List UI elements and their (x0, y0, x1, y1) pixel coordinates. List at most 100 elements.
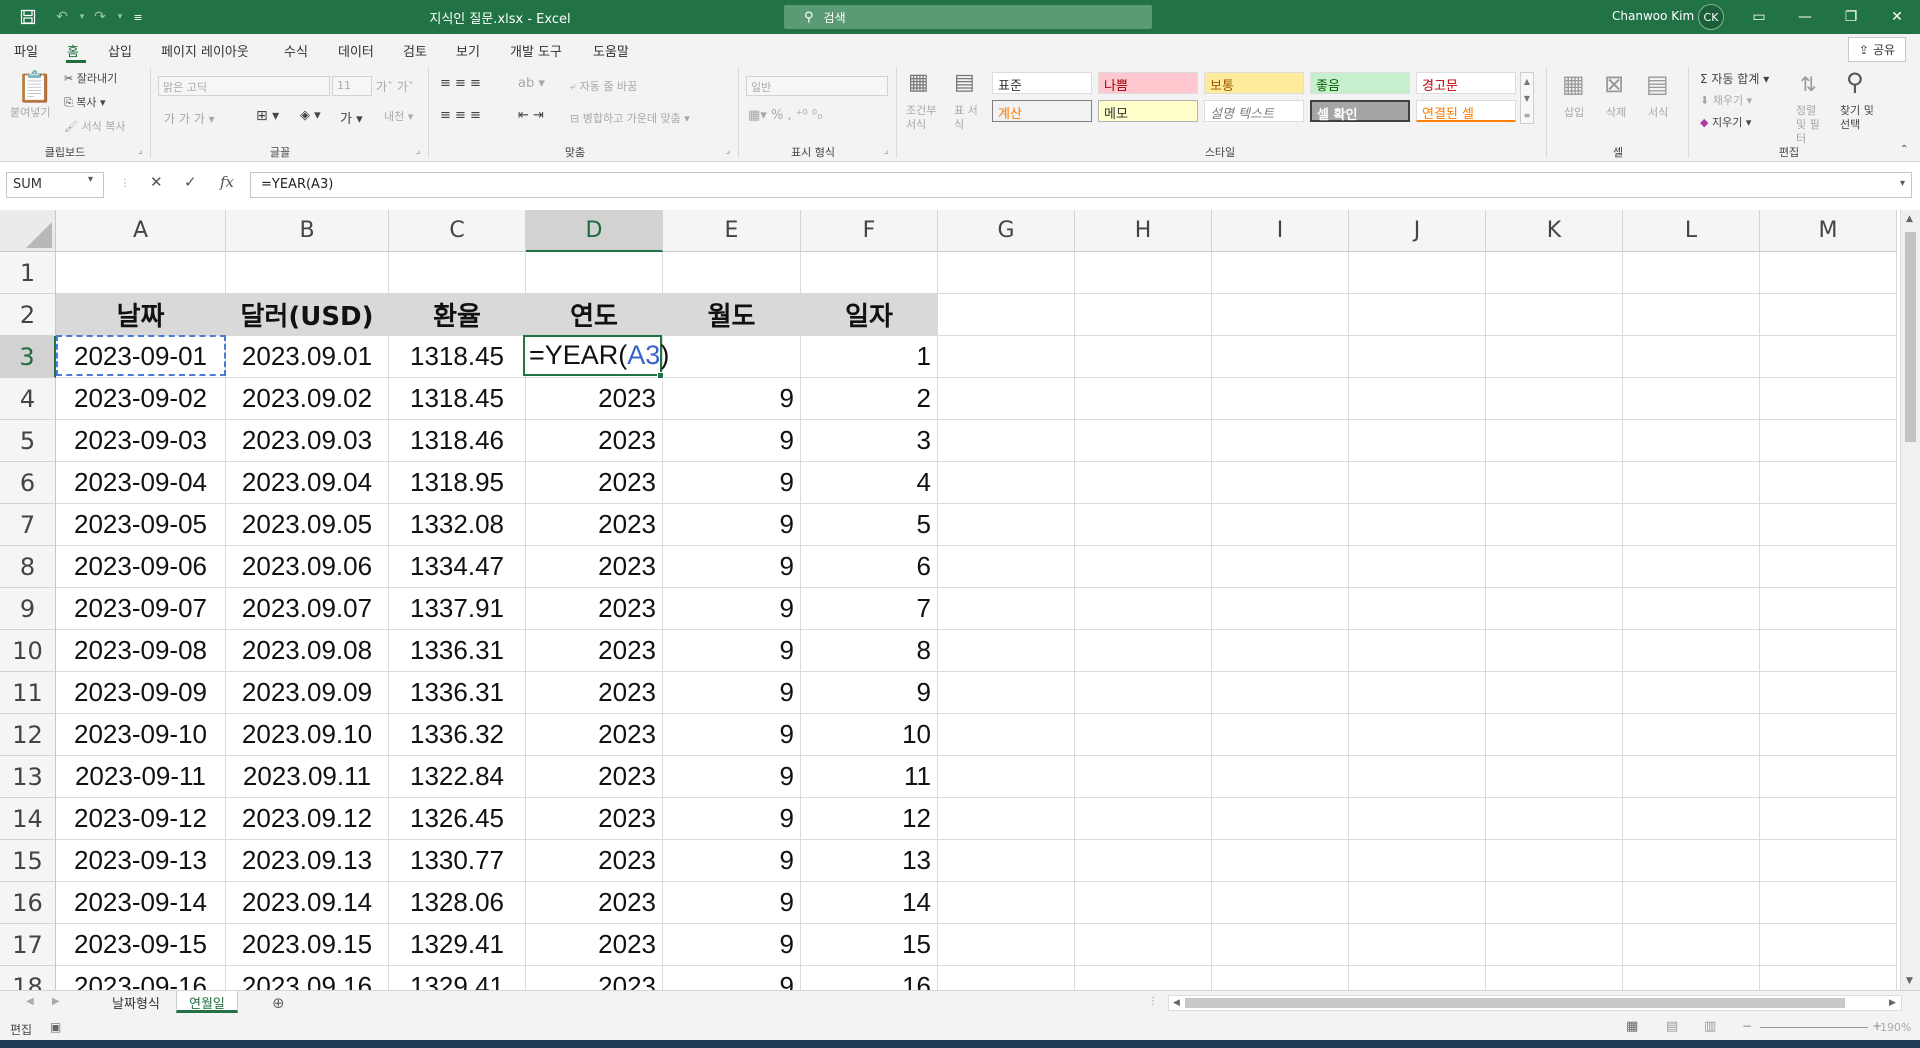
table-cell[interactable]: 11 (801, 756, 938, 798)
table-cell[interactable]: 2023-09-06 (56, 546, 226, 588)
empty-cell-g16[interactable] (938, 882, 1075, 924)
find-select-label[interactable]: 찾기 및 선택 (1840, 104, 1884, 132)
table-cell[interactable]: 3 (801, 420, 938, 462)
search-box[interactable]: ⚲ 검색 (784, 5, 1152, 29)
zoom-out-icon[interactable]: − (1742, 1019, 1752, 1033)
table-cell[interactable]: 2023-09-09 (56, 672, 226, 714)
borders-icon[interactable]: ⊞ ▾ (256, 108, 279, 124)
column-header-j[interactable]: J (1349, 210, 1486, 252)
empty-cell-k7[interactable] (1486, 504, 1623, 546)
empty-cell-g9[interactable] (938, 588, 1075, 630)
empty-cell-b1[interactable] (226, 252, 389, 294)
fill-handle[interactable] (657, 372, 664, 379)
paste-icon[interactable]: 📋 (16, 70, 53, 105)
style-neutral[interactable]: 보통 (1204, 72, 1304, 94)
empty-cell-m9[interactable] (1760, 588, 1897, 630)
row-header-5[interactable]: 5 (0, 420, 56, 462)
empty-cell-l7[interactable] (1623, 504, 1760, 546)
empty-cell-j7[interactable] (1349, 504, 1486, 546)
table-cell[interactable]: 10 (801, 714, 938, 756)
merge-center-button[interactable]: ⊟ 병합하고 가운데 맞춤 ▾ (570, 110, 690, 126)
column-header-h[interactable]: H (1075, 210, 1212, 252)
worksheet-grid[interactable]: ABCDEFGHIJKLM 1 2 3 4 5 6 7 8 9 10 11 12 13 14 15 16 17 1… (0, 210, 1920, 990)
format-cells-label[interactable]: 서식 (1648, 104, 1668, 120)
empty-cell-m6[interactable] (1760, 462, 1897, 504)
clear-button[interactable]: ◆ 지우기 ▾ (1700, 114, 1751, 130)
empty-cell-m5[interactable] (1760, 420, 1897, 462)
table-cell[interactable]: 2 (801, 378, 938, 420)
table-cell[interactable]: 2023 (526, 840, 663, 882)
empty-cell-l11[interactable] (1623, 672, 1760, 714)
empty-cell-k8[interactable] (1486, 546, 1623, 588)
table-cell[interactable]: 2023.09.14 (226, 882, 389, 924)
style-calculation[interactable]: 계산 (992, 100, 1092, 122)
share-button[interactable]: ⇪ 공유 (1848, 37, 1906, 62)
empty-cell-h10[interactable] (1075, 630, 1212, 672)
empty-cell-f1[interactable] (801, 252, 938, 294)
empty-cell-h8[interactable] (1075, 546, 1212, 588)
empty-cell-m12[interactable] (1760, 714, 1897, 756)
horizontal-scrollbar[interactable]: ◀ ▶ (1168, 995, 1902, 1011)
sort-filter-label[interactable]: 정렬 및 필터 (1796, 104, 1826, 146)
empty-cell-h17[interactable] (1075, 924, 1212, 966)
table-cell[interactable]: 2023-09-15 (56, 924, 226, 966)
font-launcher-icon[interactable]: ⌟ (416, 146, 420, 156)
sort-filter-icon[interactable]: ⇅ (1800, 72, 1817, 96)
row-header-17[interactable]: 17 (0, 924, 56, 966)
empty-cell-j16[interactable] (1349, 882, 1486, 924)
table-cell[interactable]: 2023-09-05 (56, 504, 226, 546)
empty-cell-m15[interactable] (1760, 840, 1897, 882)
table-cell[interactable]: 1318.46 (389, 420, 526, 462)
autosum-button[interactable]: Σ 자동 합계 ▾ (1700, 70, 1769, 87)
table-cell[interactable]: 2023 (526, 882, 663, 924)
empty-cell-m11[interactable] (1760, 672, 1897, 714)
column-header-a[interactable]: A (56, 210, 226, 252)
empty-cell-k17[interactable] (1486, 924, 1623, 966)
empty-cell-j17[interactable] (1349, 924, 1486, 966)
table-cell[interactable]: 9 (663, 588, 801, 630)
table-cell[interactable]: 2023-09-13 (56, 840, 226, 882)
empty-cell-i8[interactable] (1212, 546, 1349, 588)
horizontal-align-icons[interactable]: ≡ ≡ ≡ (440, 108, 481, 123)
cut-button[interactable]: ✂ 잘라내기 (64, 70, 117, 86)
table-cell[interactable]: 2023 (526, 924, 663, 966)
conditional-format-label[interactable]: 조건부 서식 (906, 104, 940, 132)
delete-cells-icon[interactable]: ⊠ (1604, 70, 1624, 98)
table-cell[interactable]: 9 (663, 672, 801, 714)
vertical-scroll-thumb[interactable] (1905, 232, 1916, 442)
row-header-8[interactable]: 8 (0, 546, 56, 588)
bold-italic-underline-icons[interactable]: 가 가 가 ▾ (164, 110, 215, 127)
tab-help[interactable]: 도움말 (593, 41, 629, 60)
user-name[interactable]: Chanwoo Kim (1612, 9, 1694, 23)
table-cell[interactable]: 1336.32 (389, 714, 526, 756)
empty-cell-m13[interactable] (1760, 756, 1897, 798)
row-header-7[interactable]: 7 (0, 504, 56, 546)
clipboard-launcher-icon[interactable]: ⌟ (138, 146, 142, 156)
table-cell[interactable]: 2023 (526, 462, 663, 504)
column-header-c[interactable]: C (389, 210, 526, 252)
table-cell[interactable]: 1336.31 (389, 630, 526, 672)
table-cell[interactable]: 9 (663, 798, 801, 840)
empty-cell-i16[interactable] (1212, 882, 1349, 924)
empty-cell-l2[interactable] (1623, 294, 1760, 336)
empty-cell-h4[interactable] (1075, 378, 1212, 420)
fill-button[interactable]: ⬇ 채우기 ▾ (1700, 92, 1752, 108)
table-cell[interactable]: 2023-09-11 (56, 756, 226, 798)
empty-cell-l6[interactable] (1623, 462, 1760, 504)
fill-color-icon[interactable]: ◈ ▾ (300, 108, 321, 123)
table-cell[interactable]: 9 (663, 378, 801, 420)
empty-cell-m3[interactable] (1760, 336, 1897, 378)
table-cell[interactable]: 2023.09.15 (226, 924, 389, 966)
table-cell[interactable]: 9 (663, 882, 801, 924)
row-header-6[interactable]: 6 (0, 462, 56, 504)
sheet-tab-year-month-day[interactable]: 연월일 (176, 991, 238, 1013)
empty-cell-h1[interactable] (1075, 252, 1212, 294)
table-header-cell[interactable]: 달러(USD) (226, 294, 389, 336)
table-cell[interactable]: 4 (801, 462, 938, 504)
zoom-level[interactable]: 190% (1880, 1021, 1911, 1034)
table-cell[interactable]: 1322.84 (389, 756, 526, 798)
empty-cell-g14[interactable] (938, 798, 1075, 840)
row-header-15[interactable]: 15 (0, 840, 56, 882)
indent-icons[interactable]: ⇤ ⇥ (518, 108, 544, 123)
empty-cell-l17[interactable] (1623, 924, 1760, 966)
